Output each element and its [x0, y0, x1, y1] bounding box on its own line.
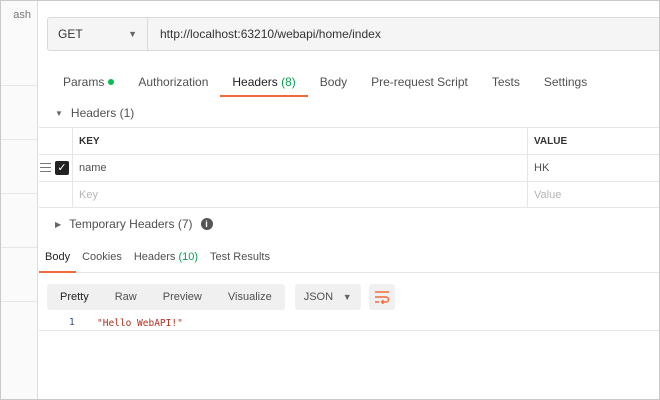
sidebar-divider	[1, 301, 37, 302]
header-value-cell[interactable]: HK	[527, 155, 659, 181]
chevron-down-icon: ▼	[128, 29, 137, 39]
tab-authorization[interactable]: Authorization	[126, 67, 220, 97]
drag-handle-icon[interactable]	[40, 163, 51, 175]
method-select[interactable]: GET ▼	[48, 18, 148, 50]
view-pretty-button[interactable]: Pretty	[47, 284, 102, 310]
caret-down-icon: ▼	[55, 108, 63, 118]
info-icon[interactable]: i	[200, 218, 213, 230]
view-raw-button[interactable]: Raw	[102, 284, 150, 310]
tab-tests[interactable]: Tests	[480, 67, 532, 97]
row-checkbox[interactable]: ✓	[55, 161, 69, 175]
table-row-new: Key Value	[39, 181, 659, 208]
header-key-cell[interactable]: name	[72, 155, 527, 181]
response-toolbar: Pretty Raw Preview Visualize JSON ▼	[47, 283, 395, 311]
tab-body[interactable]: Body	[308, 67, 359, 97]
chevron-down-icon: ▼	[342, 292, 352, 302]
headers-table: KEY VALUE ✓ name HK Key Value	[39, 127, 659, 208]
tab-label: Params	[63, 75, 105, 89]
tab-label: Test Results	[210, 251, 270, 263]
method-label: GET	[58, 27, 83, 41]
response-string: "Hello WebAPI!"	[97, 318, 183, 329]
tab-label: Settings	[543, 75, 588, 89]
tab-headers[interactable]: Headers (8)	[220, 67, 309, 97]
sidebar-divider	[1, 247, 37, 248]
sidebar-divider	[1, 85, 37, 86]
table-header-row: KEY VALUE	[39, 127, 659, 154]
section-count: (1)	[119, 106, 135, 120]
wrap-lines-icon	[374, 291, 389, 304]
format-select[interactable]: JSON ▼	[294, 284, 361, 310]
status-dot-icon	[108, 79, 115, 85]
tab-label: Cookies	[82, 251, 122, 263]
response-tab-test-results[interactable]: Test Results	[204, 243, 276, 272]
tab-count: (10)	[178, 251, 199, 263]
section-title: Temporary Headers	[69, 217, 175, 231]
sidebar-divider	[1, 193, 37, 194]
response-body[interactable]: 1 "Hello WebAPI!"	[39, 317, 659, 331]
tab-count: (8)	[281, 75, 296, 89]
tab-params[interactable]: Params	[51, 67, 126, 97]
column-header-value: VALUE	[527, 128, 659, 154]
caret-right-icon: ▶	[55, 219, 62, 229]
view-mode-group: Pretty Raw Preview Visualize	[47, 284, 285, 310]
tab-pre-request-script[interactable]: Pre-request Script	[359, 67, 480, 97]
tab-label: Authorization	[138, 75, 209, 89]
response-tab-headers[interactable]: Headers (10)	[128, 243, 204, 272]
sidebar-snippet[interactable]: ash	[13, 9, 31, 21]
view-visualize-button[interactable]: Visualize	[215, 284, 285, 310]
tab-label: Headers	[232, 75, 278, 89]
url-input[interactable]: http://localhost:63210/webapi/home/index	[148, 27, 381, 41]
view-preview-button[interactable]: Preview	[150, 284, 215, 310]
request-panel: GET ▼ http://localhost:63210/webapi/home…	[39, 1, 659, 399]
sidebar-divider	[1, 139, 37, 140]
tab-label: Body	[45, 251, 71, 263]
response-tab-body[interactable]: Body	[39, 243, 77, 273]
tab-label: Pre-request Script	[371, 75, 468, 89]
section-title: Headers	[70, 106, 117, 120]
tab-settings[interactable]: Settings	[532, 67, 599, 97]
tab-label: Body	[319, 75, 348, 89]
tab-label: Headers	[133, 251, 176, 263]
new-value-input[interactable]: Value	[527, 182, 659, 208]
headers-section-toggle[interactable]: ▼ Headers (1)	[55, 106, 134, 120]
temporary-headers-toggle[interactable]: ▶ Temporary Headers (7) i	[55, 217, 213, 231]
tab-label: Tests	[491, 75, 520, 89]
response-tabs: Body Cookies Headers (10) Test Results	[39, 243, 659, 273]
line-number: 1	[69, 317, 75, 328]
request-tabs: Params Authorization Headers (8) Body Pr…	[51, 67, 599, 97]
app-window: ash GET ▼ http://localhost:63210/webapi/…	[0, 0, 660, 400]
format-label: JSON	[303, 291, 334, 303]
sidebar: ash	[1, 1, 38, 399]
new-key-input[interactable]: Key	[72, 182, 527, 208]
table-row: ✓ name HK	[39, 154, 659, 181]
section-count: (7)	[177, 217, 193, 231]
wrap-lines-button[interactable]	[368, 284, 395, 310]
url-bar: GET ▼ http://localhost:63210/webapi/home…	[47, 17, 659, 51]
response-tab-cookies[interactable]: Cookies	[76, 243, 128, 272]
column-header-key: KEY	[72, 128, 527, 154]
